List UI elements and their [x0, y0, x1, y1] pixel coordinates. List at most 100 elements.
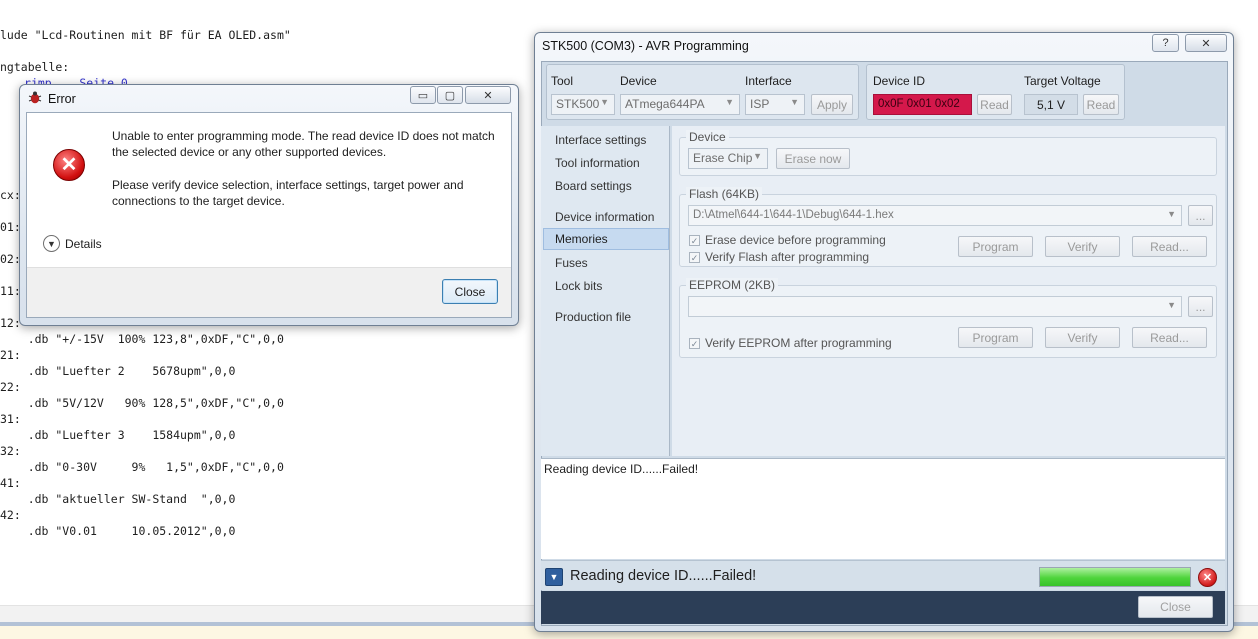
log-line: Reading device ID......Failed!	[544, 462, 699, 476]
code-line: .db "0-30V 9% 1,5",0xDF,"C",0,0	[0, 460, 284, 474]
code-line: 42:	[0, 508, 21, 522]
erase-before-programming-checkbox[interactable]: ✓ Erase device before programming	[689, 233, 886, 247]
device-select-value: ATmega644PA	[625, 97, 705, 111]
chevron-down-icon: ▼	[1167, 209, 1176, 219]
device-id-group: Device ID Target Voltage 0x0F 0x01 0x02 …	[866, 64, 1125, 120]
code-line: 01:	[0, 220, 21, 234]
eeprom-read-button[interactable]: Read...	[1132, 327, 1207, 348]
code-line: 41:	[0, 476, 21, 490]
code-line: 11:	[0, 284, 21, 298]
eeprom-verify-button[interactable]: Verify	[1045, 327, 1120, 348]
code-line: 12:	[0, 316, 21, 330]
code-line: cx:	[0, 188, 21, 202]
checkmark-icon: ✓	[689, 251, 700, 263]
sidebar-item-board-settings[interactable]: Board settings	[555, 179, 632, 193]
progress-fill	[1040, 568, 1190, 586]
device-select[interactable]: ATmega644PA ▼	[620, 94, 740, 115]
verify-flash-checkbox[interactable]: ✓ Verify Flash after programming	[689, 250, 869, 264]
device-section-title: Device	[686, 130, 729, 144]
flash-program-button[interactable]: Program	[958, 236, 1033, 257]
eeprom-program-button[interactable]: Program	[958, 327, 1033, 348]
apply-button[interactable]: Apply	[811, 94, 853, 115]
code-line: .db "V0.01 10.05.2012",0,0	[0, 524, 236, 538]
eeprom-file-select[interactable]: ▼	[688, 296, 1182, 317]
sidebar-nav: Interface settings Tool information Boar…	[541, 126, 670, 456]
tool-select[interactable]: STK500 ▼	[551, 94, 615, 115]
sidebar-item-production-file[interactable]: Production file	[555, 310, 631, 324]
code-line: .db "Luefter 2 5678upm",0,0	[0, 364, 236, 378]
code-line: .db "5V/12V 90% 128,5",0xDF,"C",0,0	[0, 396, 284, 410]
chevron-down-icon: ▼	[600, 97, 609, 107]
device-id-label: Device ID	[873, 74, 926, 88]
code-line: ngtabelle:	[0, 60, 70, 74]
device-id-value: 0x0F 0x01 0x02	[873, 94, 972, 115]
code-line: 02:	[0, 252, 21, 266]
interface-select[interactable]: ISP ▼	[745, 94, 805, 115]
checkmark-icon: ✓	[689, 337, 700, 349]
flash-section: Flash (64KB) D:\Atmel\644-1\644-1\Debug\…	[679, 187, 1217, 267]
code-line: .db "aktueller SW-Stand ",0,0	[0, 492, 236, 506]
chevron-down-icon: ▼	[43, 235, 60, 252]
chevron-down-icon: ▼	[753, 151, 762, 161]
close-icon: ✕	[1202, 572, 1213, 584]
status-text: Reading device ID......Failed!	[570, 568, 757, 584]
error-close-button[interactable]: Close	[442, 279, 498, 304]
flash-file-select[interactable]: D:\Atmel\644-1\644-1\Debug\644-1.hex ▼	[688, 205, 1182, 226]
target-voltage-read-button[interactable]: Read	[1083, 94, 1119, 115]
progress-bar	[1039, 567, 1191, 587]
verify-eeprom-checkbox[interactable]: ✓ Verify EEPROM after programming	[689, 336, 892, 350]
sidebar-item-memories[interactable]: Memories	[543, 228, 669, 250]
tool-label: Tool	[551, 74, 574, 88]
details-label: Details	[65, 236, 102, 251]
avr-close-button[interactable]: Close	[1138, 596, 1213, 618]
code-line: lude "Lcd-Routinen mit BF für EA OLED.as…	[0, 28, 291, 42]
chevron-down-icon: ▼	[1167, 300, 1176, 310]
sidebar-item-tool-information[interactable]: Tool information	[555, 156, 640, 170]
error-dialog-body: ✕ Unable to enter programming mode. The …	[26, 112, 512, 318]
error-hint: Please verify device selection, interfac…	[112, 178, 464, 208]
flash-verify-button[interactable]: Verify	[1045, 236, 1120, 257]
details-expander[interactable]: ▼ Details	[43, 235, 102, 252]
bug-icon	[28, 91, 42, 104]
eeprom-browse-button[interactable]: ...	[1188, 296, 1213, 317]
sidebar-item-fuses[interactable]: Fuses	[555, 256, 588, 270]
device-id-read-button[interactable]: Read	[977, 94, 1012, 115]
interface-label: Interface	[745, 74, 792, 88]
device-section: Device Erase Chip ▼ Erase now	[679, 130, 1217, 176]
expand-log-toggle[interactable]: ▼	[545, 568, 563, 586]
sidebar-item-lock-bits[interactable]: Lock bits	[555, 279, 602, 293]
erase-mode-value: Erase Chip	[693, 151, 753, 165]
code-line: 22:	[0, 380, 21, 394]
eeprom-section-title: EEPROM (2KB)	[686, 278, 779, 292]
chevron-down-icon: ▼	[725, 97, 734, 107]
flash-read-button[interactable]: Read...	[1132, 236, 1207, 257]
window-close-button[interactable]: ✕	[1185, 34, 1227, 52]
status-bar: ▼ Reading device ID......Failed! ✕	[541, 560, 1225, 590]
flash-browse-button[interactable]: ...	[1188, 205, 1213, 226]
code-line: 32:	[0, 444, 21, 458]
error-dialog-footer: Close	[27, 267, 511, 317]
erase-mode-select[interactable]: Erase Chip ▼	[688, 148, 768, 169]
code-line: .db "Luefter 3 1584upm",0,0	[0, 428, 236, 442]
code-line: 21:	[0, 348, 21, 362]
sidebar-item-device-information[interactable]: Device information	[555, 210, 654, 224]
erase-before-programming-label: Erase device before programming	[705, 233, 886, 247]
flash-section-title: Flash (64KB)	[686, 187, 763, 201]
help-button[interactable]: ?	[1152, 34, 1179, 52]
output-log[interactable]: Reading device ID......Failed!	[541, 458, 1225, 559]
dialog-footer: Close	[541, 591, 1225, 624]
chevron-down-icon: ▼	[790, 97, 799, 107]
maximize-button[interactable]: ▢	[437, 86, 463, 104]
tool-select-value: STK500	[556, 97, 600, 111]
device-label: Device	[620, 74, 657, 88]
flash-file-path: D:\Atmel\644-1\644-1\Debug\644-1.hex	[693, 209, 894, 221]
erase-now-button[interactable]: Erase now	[776, 148, 850, 169]
error-dialog-close-x[interactable]: ✕	[465, 86, 511, 104]
minimize-button[interactable]: ▭	[410, 86, 436, 104]
tool-device-group: Tool Device Interface STK500 ▼ ATmega644P…	[546, 64, 859, 120]
sidebar-item-interface-settings[interactable]: Interface settings	[555, 133, 646, 147]
target-voltage-value: 5,1 V	[1024, 94, 1078, 115]
cancel-operation-button[interactable]: ✕	[1198, 568, 1217, 587]
interface-select-value: ISP	[750, 97, 770, 111]
verify-flash-label: Verify Flash after programming	[705, 250, 870, 264]
